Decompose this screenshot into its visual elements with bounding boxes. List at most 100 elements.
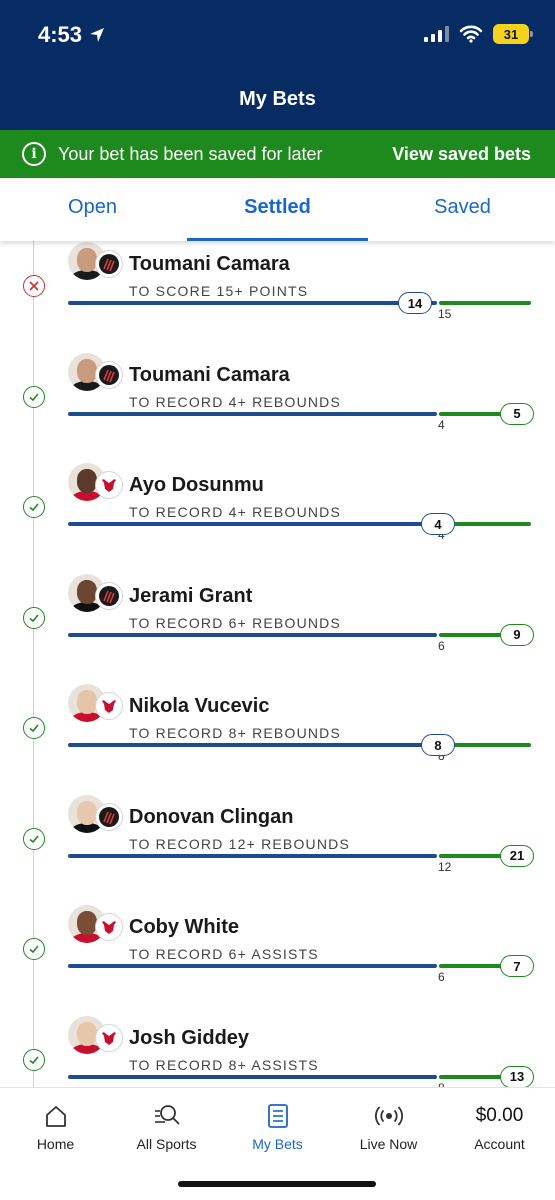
bet-market: TO RECORD 6+ REBOUNDS (129, 614, 342, 631)
tab-open[interactable]: Open (0, 178, 185, 241)
player-name: Jerami Grant (129, 584, 253, 607)
bet-row[interactable]: Donovan Clingan TO RECORD 12+ REBOUNDS 12 2… (0, 793, 555, 903)
cell-signal-icon (424, 26, 449, 42)
actual-value-pill: 5 (500, 402, 534, 425)
trail-blazers-logo-icon (95, 802, 123, 831)
won-check-icon (23, 606, 45, 629)
player-name: Josh Giddey (129, 1026, 250, 1049)
progress-bar-blue (68, 853, 437, 858)
nav-all-sports-label: All Sports (136, 1136, 197, 1152)
player-avatars (68, 463, 124, 505)
nav-live-now[interactable]: Live Now (333, 1088, 444, 1152)
clock: 4:53 (38, 22, 83, 47)
bet-market: TO RECORD 8+ ASSISTS (129, 1056, 319, 1073)
nav-account[interactable]: $0.00 Account (444, 1088, 555, 1152)
nav-home[interactable]: Home (0, 1088, 111, 1152)
bet-row[interactable]: Jerami Grant TO RECORD 6+ REBOUNDS 6 9 (0, 572, 555, 682)
app-header: 4:53 31 My Bets (0, 0, 555, 130)
bulls-logo-icon (95, 913, 123, 941)
player-avatars (68, 242, 124, 284)
nav-all-sports[interactable]: All Sports (111, 1088, 222, 1152)
won-check-icon (23, 938, 45, 960)
lost-x-icon (23, 275, 45, 297)
bet-market: TO RECORD 4+ REBOUNDS (129, 393, 342, 410)
banner-message: Your bet has been saved for later (58, 143, 323, 164)
balance-amount: $0.00 (475, 1105, 524, 1126)
wifi-icon (459, 25, 483, 43)
bet-row[interactable]: Coby White TO RECORD 6+ ASSISTS 6 7 (0, 903, 555, 1013)
bet-row[interactable]: Nikola Vucevic TO RECORD 8+ REBOUNDS 8 8 (0, 682, 555, 792)
nav-live-now-label: Live Now (359, 1136, 418, 1152)
bet-row[interactable]: Josh GiddeyTO RECORD 8+ ASSISTS813 (0, 1014, 555, 1087)
player-avatars (68, 1015, 124, 1058)
actual-value-pill: 21 (500, 844, 534, 867)
bulls-logo-icon (95, 692, 123, 720)
progress-bar-green (439, 301, 531, 305)
saved-bet-banner: i Your bet has been saved for later View… (0, 130, 555, 178)
progress-bar-blue (68, 632, 437, 637)
progress-bar-blue (68, 301, 437, 305)
actual-value-pill: 13 (500, 1065, 534, 1087)
target-value: 4 (438, 417, 445, 432)
settled-bets-list[interactable]: Toumani Camara TO SCORE 15+ POINTS 15 14 Tou… (0, 241, 555, 1087)
nav-home-label: Home (36, 1136, 75, 1152)
progress-bar-blue (68, 522, 437, 526)
player-avatars (68, 794, 124, 837)
actual-value-pill: 8 (421, 734, 455, 756)
player-name: Coby White (129, 916, 239, 938)
home-indicator (178, 1181, 376, 1187)
progress-bar-blue (68, 743, 437, 747)
player-avatars (68, 684, 124, 726)
account-balance: $0.00 (444, 1100, 555, 1132)
player-name: Nikola Vucevic (129, 695, 270, 717)
bulls-logo-icon (95, 471, 123, 499)
battery-level: 31 (503, 26, 519, 42)
target-value: 6 (438, 970, 445, 984)
live-broadcast-icon (333, 1100, 444, 1132)
bet-market: TO RECORD 6+ ASSISTS (129, 946, 319, 962)
bet-market: TO SCORE 15+ POINTS (129, 283, 309, 299)
actual-value-pill: 4 (421, 513, 455, 535)
target-value: 12 (438, 859, 452, 874)
nav-account-label: Account (474, 1136, 525, 1152)
sports-search-icon (111, 1100, 222, 1132)
bet-row[interactable]: Ayo Dosunmu TO RECORD 4+ REBOUNDS 4 4 (0, 461, 555, 571)
location-arrow-icon (90, 28, 105, 42)
trail-blazers-logo-icon (95, 581, 123, 610)
bulls-logo-icon (95, 1023, 123, 1052)
actual-value-pill: 7 (500, 955, 534, 977)
page-title: My Bets (239, 88, 316, 110)
player-avatars (68, 573, 124, 616)
nav-my-bets-label: My Bets (252, 1136, 303, 1152)
status-time: 4:53 (38, 22, 106, 48)
player-name: Toumani Camara (129, 253, 290, 275)
won-check-icon (23, 496, 45, 518)
bet-market: TO RECORD 8+ REBOUNDS (129, 725, 342, 741)
bet-slip-icon (222, 1100, 333, 1132)
won-check-icon (23, 717, 45, 739)
info-icon: i (22, 142, 46, 166)
trail-blazers-logo-icon (95, 360, 123, 389)
bet-market: TO RECORD 4+ REBOUNDS (129, 504, 342, 520)
progress-bar-blue (68, 411, 437, 416)
tab-settled[interactable]: Settled (185, 178, 370, 241)
won-check-icon (23, 385, 45, 408)
battery-icon: 31 (493, 24, 533, 44)
player-avatars (68, 905, 124, 947)
actual-value-pill: 14 (398, 292, 432, 314)
player-name: Toumani Camara (129, 363, 290, 386)
nav-my-bets[interactable]: My Bets (222, 1088, 333, 1152)
bet-row[interactable]: Toumani Camara TO RECORD 4+ REBOUNDS 4 5 (0, 351, 555, 461)
tab-saved[interactable]: Saved (370, 178, 555, 241)
player-avatars (68, 352, 124, 395)
view-saved-bets-link[interactable]: View saved bets (392, 144, 531, 165)
bet-row[interactable]: Toumani Camara TO SCORE 15+ POINTS 15 14 (0, 241, 555, 350)
won-check-icon (23, 827, 45, 850)
bet-status-tabs: Open Settled Saved (0, 178, 555, 241)
target-value: 15 (438, 307, 452, 321)
player-name: Ayo Dosunmu (129, 474, 264, 496)
won-check-icon (23, 1048, 45, 1071)
target-value: 6 (438, 638, 445, 653)
bet-market: TO RECORD 12+ REBOUNDS (129, 835, 351, 852)
actual-value-pill: 9 (500, 623, 534, 646)
